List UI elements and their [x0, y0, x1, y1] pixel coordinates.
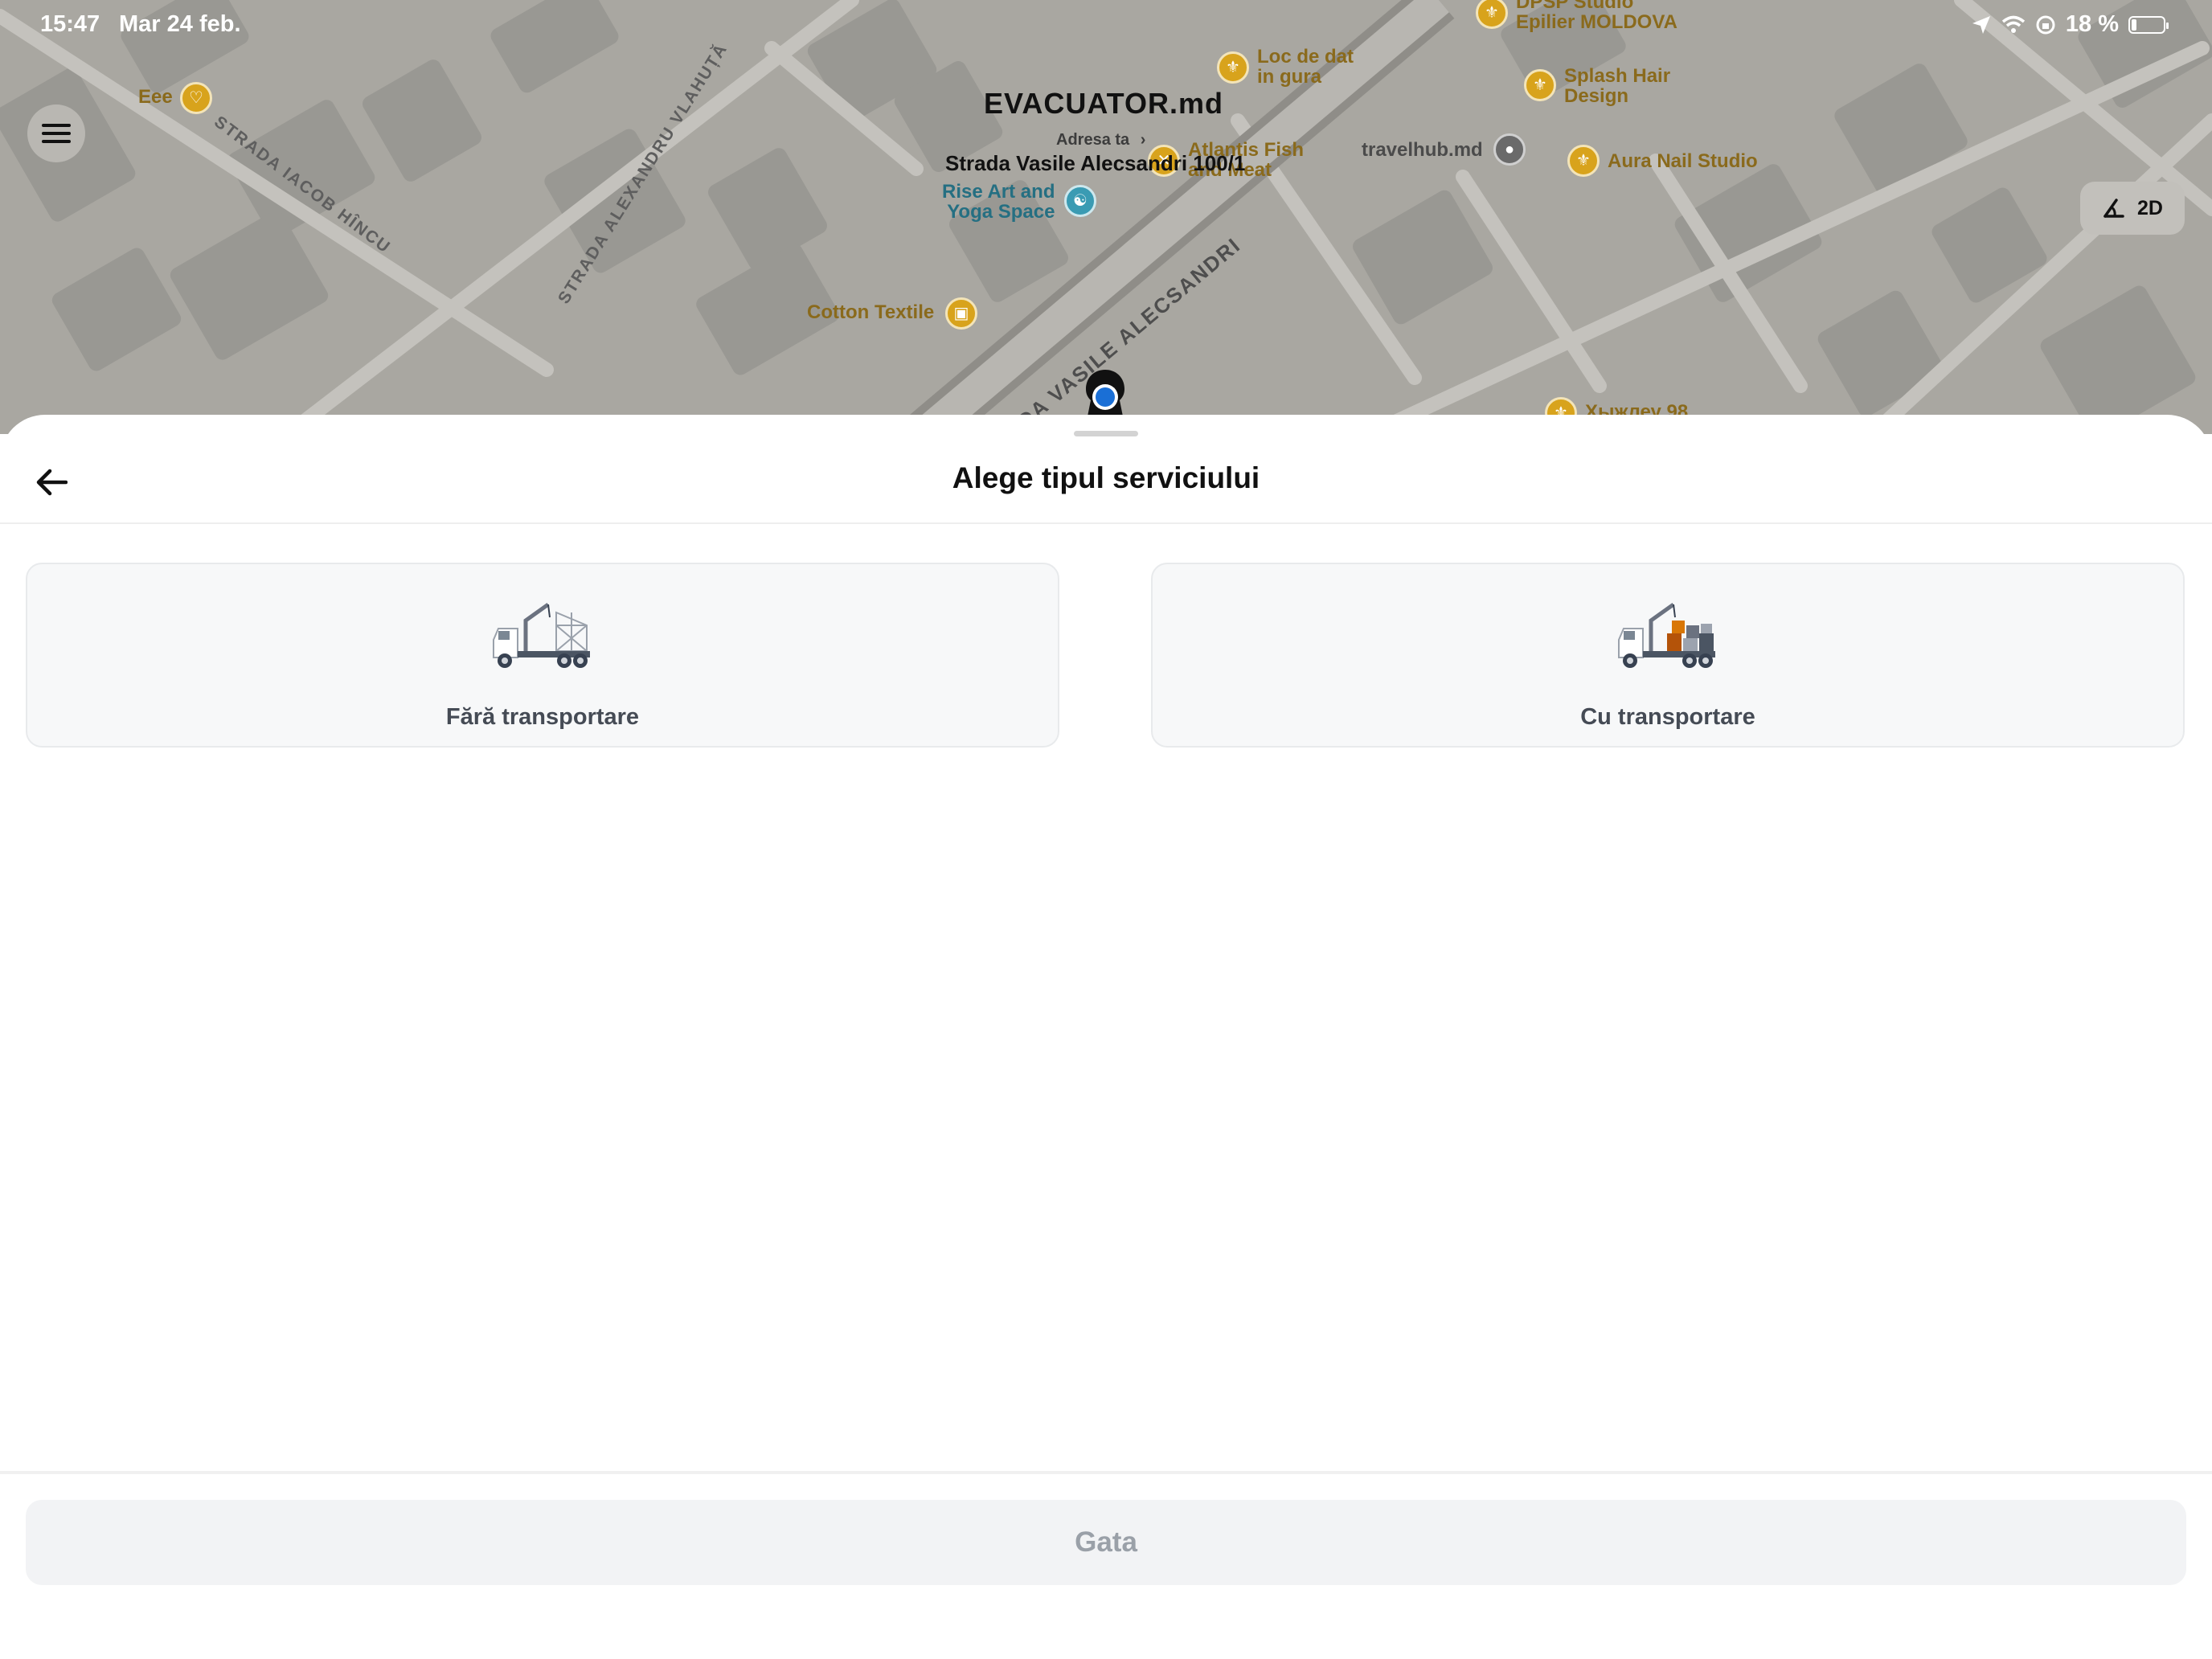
orientation-lock-icon: [2036, 15, 2055, 34]
poi-label: Eee: [138, 86, 173, 108]
place-marker-icon[interactable]: ●: [1493, 133, 1526, 166]
poi-label: Loc de dat in gura: [1257, 47, 1354, 87]
poi-label-line: DPSP Studio: [1516, 0, 1634, 13]
angle-icon: [2103, 199, 2124, 218]
beauty-salon-icon[interactable]: ⚜: [1567, 145, 1600, 177]
current-address[interactable]: Strada Vasile Alecsandri 100/1: [945, 151, 1245, 176]
poi-label-line: Splash Hair: [1564, 65, 1671, 87]
option-card-without-transport[interactable]: Fără transportare: [26, 563, 1059, 748]
app-brand: EVACUATOR.md: [984, 87, 1224, 120]
user-location-pin-icon: [1086, 370, 1124, 416]
battery-percentage: 18 %: [2065, 11, 2119, 37]
tow-truck-empty-icon: [493, 602, 590, 668]
status-indicators: 18 %: [1971, 11, 2169, 38]
service-type-sheet: Alege tipul serviciului Fără transportar…: [0, 415, 2212, 1659]
header-divider: [0, 522, 2212, 524]
poi-label: travelhub.md: [1362, 139, 1483, 161]
view-mode-toggle[interactable]: 2D: [2080, 182, 2185, 235]
poi-label: DPSP Studio Epilier MOLDOVA: [1516, 0, 1677, 32]
shopping-bag-icon[interactable]: ▣: [945, 297, 977, 330]
location-arrow-icon: [1972, 15, 1990, 34]
yoga-icon[interactable]: ☯: [1064, 185, 1096, 217]
shopping-basket-icon[interactable]: ♡: [180, 82, 212, 114]
poi-label-line: Rise Art and: [942, 181, 1055, 203]
service-options: Fără transportare Cu transportare: [26, 563, 2186, 749]
poi-label-line: Design: [1564, 85, 1629, 107]
footer-divider: [0, 1471, 2212, 1474]
address-caption[interactable]: Adresa ta ›: [1056, 131, 1145, 150]
poi-label: Rise Art and Yoga Space: [942, 182, 1055, 222]
option-card-with-transport[interactable]: Cu transportare: [1151, 563, 2185, 748]
address-caption-text: Adresa ta: [1056, 131, 1130, 149]
option-label: Fără transportare: [445, 704, 640, 730]
poi-label: Aura Nail Studio: [1608, 150, 1758, 172]
option-label: Cu transportare: [1580, 704, 1755, 730]
poi-label: Cotton Textile: [807, 301, 935, 323]
beauty-salon-icon[interactable]: ⚜: [1217, 51, 1249, 84]
view-mode-label: 2D: [2137, 196, 2163, 219]
poi-label-line: Loc de dat: [1257, 46, 1354, 68]
wifi-icon: [2001, 15, 2026, 33]
tow-truck-loaded-icon: [1618, 602, 1715, 668]
battery-icon: [2128, 15, 2169, 34]
menu-button[interactable]: [27, 104, 85, 162]
map-view[interactable]: STRADA IACOB HÎNCU STRADA ALEXANDRU VLAH…: [0, 0, 2212, 434]
poi-label-line: in gura: [1257, 66, 1322, 88]
chevron-right-icon: ›: [1140, 131, 1146, 149]
sheet-grabber[interactable]: [1074, 431, 1138, 436]
status-time: 15:47: [40, 11, 100, 37]
poi-label: Splash Hair Design: [1564, 66, 1670, 106]
poi-label-line: Epilier MOLDOVA: [1516, 11, 1677, 33]
status-date: Mar 24 feb.: [119, 11, 241, 37]
sheet-title: Alege tipul serviciului: [952, 461, 1260, 494]
beauty-salon-icon[interactable]: ⚜: [1524, 69, 1556, 101]
poi-label-line: Yoga Space: [947, 201, 1055, 223]
hamburger-menu-icon: [42, 124, 71, 143]
done-button[interactable]: Gata: [26, 1500, 2186, 1585]
